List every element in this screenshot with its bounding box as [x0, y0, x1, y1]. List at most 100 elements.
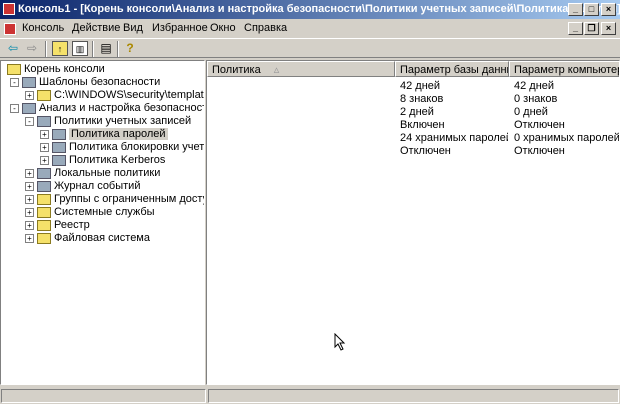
folder-icon — [37, 89, 51, 101]
mouse-cursor-icon — [334, 333, 346, 351]
close-button[interactable]: × — [601, 3, 616, 16]
table-row[interactable]: ✓Макс. срок действия пароля42 дней42 дне… — [207, 80, 619, 93]
column-header-database[interactable]: Параметр базы данных — [395, 61, 509, 77]
menu-console[interactable]: Консоль — [22, 20, 64, 37]
tree-item-label: C:\WINDOWS\security\templates — [54, 89, 205, 101]
database-setting: Включен — [400, 119, 445, 131]
tree-item[interactable]: Шаблоны безопасности — [22, 76, 160, 89]
expand-button[interactable]: + — [40, 143, 49, 152]
tree-item[interactable]: Системные службы — [37, 206, 155, 219]
computer-setting: 0 хранимых паролей — [514, 132, 620, 144]
table-row[interactable]: ×Мин. срок действия пароля2 дней0 дней — [207, 106, 619, 119]
collapse-button[interactable]: - — [10, 78, 19, 87]
menu-action[interactable]: Действие — [72, 20, 120, 37]
toolbar: ⇦ ⇨ ↑ ▥ ▤ ? — [0, 38, 620, 58]
folder-icon — [37, 219, 51, 231]
expand-button[interactable]: + — [25, 221, 34, 230]
tree-item[interactable]: Группы с ограниченным доступом — [37, 193, 204, 206]
tree-item[interactable]: C:\WINDOWS\security\templates — [37, 89, 205, 102]
database-setting: 2 дней — [400, 106, 434, 118]
forward-icon[interactable]: ⇨ — [24, 41, 40, 56]
policy-icon — [37, 115, 51, 127]
expand-button[interactable]: + — [40, 156, 49, 165]
tree-item[interactable]: Файловая система — [37, 232, 150, 245]
computer-setting: 0 знаков — [514, 93, 558, 105]
database-setting: 8 знаков — [400, 93, 444, 105]
tree-item[interactable]: Политика блокировки учетной записи — [52, 141, 205, 154]
column-header-computer[interactable]: Параметр компьютера — [509, 61, 619, 77]
expand-button[interactable]: + — [40, 130, 49, 139]
console-icon — [4, 23, 16, 35]
child-close-button[interactable]: × — [601, 22, 616, 35]
menu-window[interactable]: Окно — [210, 20, 236, 37]
tree-item-label: Шаблоны безопасности — [39, 76, 161, 88]
menu-favorites[interactable]: Избранное — [152, 20, 208, 37]
policy-icon — [52, 154, 66, 166]
tree-item[interactable]: Политика паролей — [52, 128, 168, 141]
table-row[interactable]: ×Мин. длина пароля8 знаков0 знаков — [207, 93, 619, 106]
computer-setting: Отключен — [514, 145, 565, 157]
folder-icon — [37, 206, 51, 218]
menu-help[interactable]: Справка — [244, 20, 287, 37]
child-minimize-button[interactable]: _ — [568, 22, 583, 35]
computer-setting: 0 дней — [514, 106, 548, 118]
policy-icon — [37, 167, 51, 179]
show-tree-icon[interactable]: ▥ — [72, 41, 88, 56]
database-setting: Отключен — [400, 145, 451, 157]
tree-item-label: Группы с ограниченным доступом — [54, 193, 204, 205]
expand-button[interactable]: + — [25, 91, 34, 100]
tree-item-label: Корень консоли — [24, 63, 105, 75]
table-row[interactable]: ×Требовать неповторяемости паролей24 хра… — [207, 132, 620, 145]
tree-item[interactable]: Локальные политики — [37, 167, 160, 180]
collapse-button[interactable]: - — [25, 117, 34, 126]
policy-icon — [22, 102, 36, 114]
tree-item[interactable]: Реестр — [37, 219, 90, 232]
database-setting: 24 хранимых паролей — [400, 132, 508, 144]
tree-item-label: Файловая система — [54, 232, 150, 244]
tree-item-label: Системные службы — [54, 206, 155, 218]
status-cell — [208, 389, 619, 403]
expand-button[interactable]: + — [25, 234, 34, 243]
maximize-button[interactable]: □ — [584, 3, 599, 16]
database-setting: 42 дней — [400, 80, 441, 92]
up-level-icon[interactable]: ↑ — [52, 41, 68, 56]
tree-item-label: Политики учетных записей — [54, 115, 192, 127]
tree-item-label: Локальные политики — [54, 167, 161, 179]
back-icon[interactable]: ⇦ — [5, 41, 21, 56]
help-icon[interactable]: ? — [122, 41, 138, 56]
minimize-button[interactable]: _ — [568, 3, 583, 16]
expand-button[interactable]: + — [25, 208, 34, 217]
expand-button[interactable]: + — [25, 182, 34, 191]
child-restore-button[interactable]: ❐ — [584, 22, 599, 35]
tree-item[interactable]: Анализ и настройка безопасности — [22, 102, 204, 115]
computer-setting: 42 дней — [514, 80, 555, 92]
folder-icon — [37, 193, 51, 205]
table-row[interactable]: ✓Хранить пароли, используя обратимое...О… — [207, 145, 619, 158]
table-row[interactable]: ×Пароль должен отвечать требованиям...Вк… — [207, 119, 619, 132]
menu-view[interactable]: Вид — [123, 20, 143, 37]
tree-item[interactable]: Журнал событий — [37, 180, 140, 193]
tree-item[interactable]: Политики учетных записей — [37, 115, 191, 128]
tree-item-label: Политика паролей — [69, 128, 168, 140]
tree-item-label: Журнал событий — [54, 180, 141, 192]
expand-button[interactable]: + — [25, 169, 34, 178]
collapse-button[interactable]: - — [10, 104, 19, 113]
status-bar — [0, 387, 620, 404]
policy-icon — [52, 128, 66, 140]
folder-icon — [37, 232, 51, 244]
column-header-policy[interactable]: Политика ▵ — [207, 61, 395, 77]
policy-icon — [52, 141, 66, 153]
separator — [117, 41, 119, 57]
app-icon — [3, 3, 15, 15]
tree-item[interactable]: Политика Kerberos — [52, 154, 165, 167]
title-bar: Консоль1 - [Корень консоли\Анализ и наст… — [0, 0, 620, 19]
status-cell — [1, 389, 206, 403]
policy-icon — [37, 180, 51, 192]
window-title: Консоль1 - [Корень консоли\Анализ и наст… — [18, 3, 620, 15]
expand-button[interactable]: + — [25, 195, 34, 204]
separator — [45, 41, 47, 57]
tree-item-label: Политика блокировки учетной записи — [69, 141, 205, 153]
export-list-icon[interactable]: ▤ — [98, 41, 114, 56]
column-label: Политика — [212, 64, 261, 76]
tree-item[interactable]: Корень консоли — [7, 63, 105, 76]
